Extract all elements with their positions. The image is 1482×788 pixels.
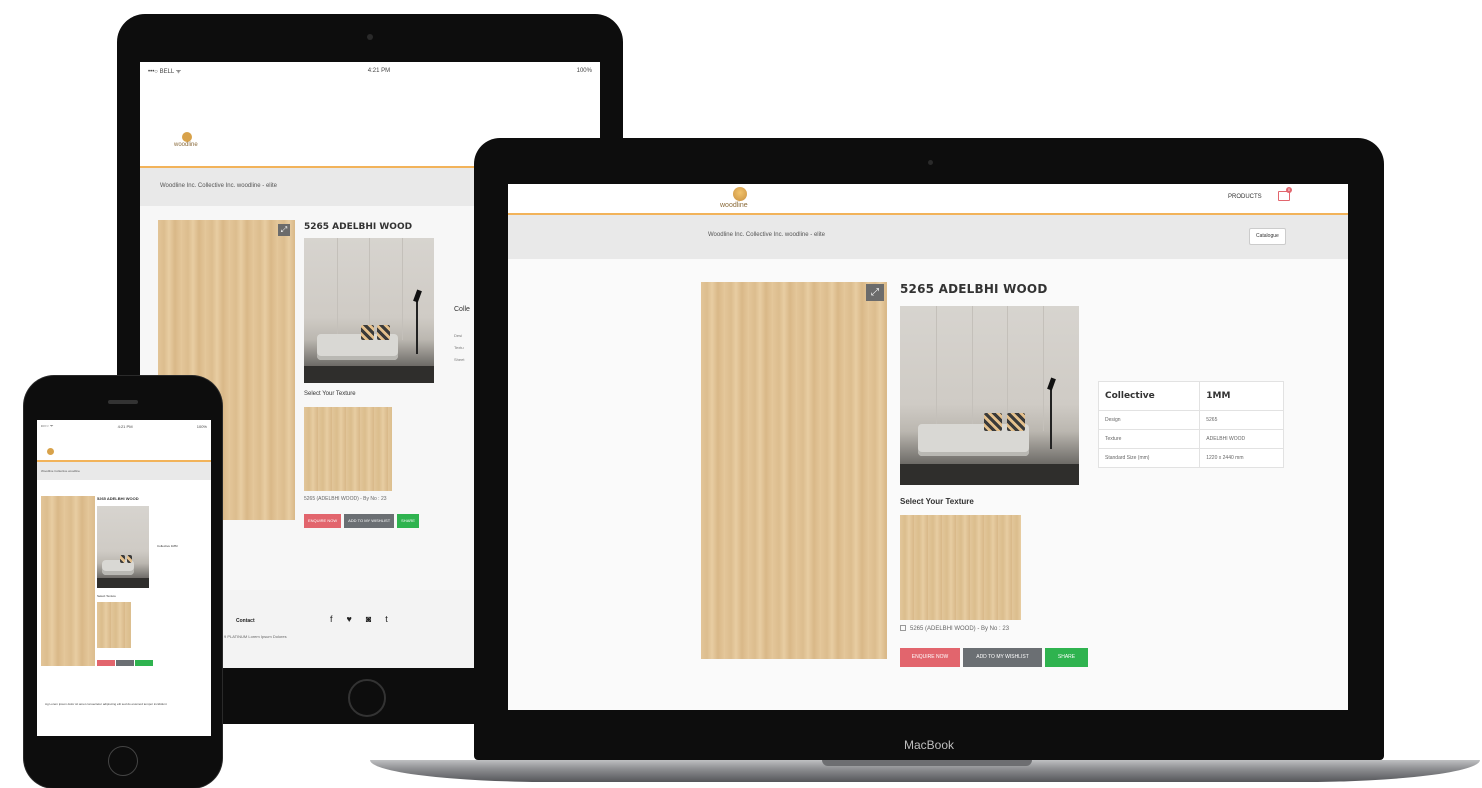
texture-swatch[interactable] — [304, 407, 392, 491]
spec-label: Texture — [1097, 429, 1201, 449]
action-buttons: ENQUIRE NOW ADD TO MY WISHLIST SHARE — [900, 648, 1088, 667]
tablet-home-button — [348, 679, 386, 717]
spec-value: 5265 — [1199, 410, 1284, 430]
action-buttons — [97, 660, 153, 666]
add-to-wishlist-button[interactable]: ADD TO MY WISHLIST — [963, 648, 1042, 667]
spec-value: ADELBHI WOOD — [1199, 429, 1284, 449]
room-preview-image[interactable] — [304, 238, 434, 383]
status-time: 4:21 PM — [117, 423, 133, 429]
logo-tree-icon — [733, 187, 747, 201]
phone-status-bar: ••○○ ᯤ 4:21 PM 100% — [37, 420, 211, 432]
table-row: Texture ADELBHI WOOD — [1097, 429, 1284, 449]
select-texture-label: Select Your Texture — [900, 497, 974, 506]
laptop-camera — [928, 160, 933, 165]
share-button[interactable]: SHARE — [397, 514, 419, 528]
logo-tree-icon — [182, 132, 192, 142]
room-preview-image[interactable] — [900, 306, 1079, 485]
facebook-icon[interactable]: f — [330, 614, 333, 624]
spec-heading-collective: Collective — [1097, 381, 1201, 411]
product-main-image[interactable] — [41, 496, 95, 666]
tumblr-icon[interactable]: t — [385, 614, 388, 624]
texture-swatch[interactable] — [900, 515, 1021, 620]
product-main-image[interactable] — [701, 282, 887, 659]
footer-text: Ag Lorem ipsum dolor sit amet consectetu… — [45, 702, 167, 706]
instagram-icon[interactable]: ◙ — [366, 614, 371, 624]
social-links: f ♥ ◙ t — [330, 614, 388, 624]
phone-home-button — [108, 746, 138, 776]
status-battery: 100% — [196, 423, 207, 429]
share-button[interactable] — [135, 660, 153, 666]
laptop-brand-label: MacBook — [903, 738, 955, 752]
select-texture-label: Select Texture — [97, 594, 116, 598]
table-row: Design 5265 — [1097, 410, 1284, 430]
spec-label: Design — [1097, 410, 1201, 430]
footer-contact-heading: Contact — [236, 618, 255, 624]
enquire-now-button[interactable] — [97, 660, 115, 666]
laptop-site-header: woodline PRODUCTS 0 — [508, 184, 1348, 215]
breadcrumb[interactable]: Woodline Inc. Collective Inc. woodline -… — [708, 232, 825, 238]
collection-row: Textu — [454, 345, 464, 350]
phone-site-header — [37, 432, 211, 462]
spec-label: Standard Size (mm) — [1097, 448, 1201, 468]
status-battery: 100% — [576, 68, 592, 74]
add-to-wishlist-button[interactable] — [116, 660, 134, 666]
status-carrier: •••○ BELL ᯤ — [148, 69, 182, 75]
device-mockup-stage: •••○ BELL ᯤ 4:21 PM 100% woodline Woodli… — [0, 0, 1482, 788]
laptop-opening-notch — [822, 760, 1032, 766]
site-logo[interactable]: woodline — [720, 202, 748, 209]
texture-option-label: 5265 (ADELBHI WOOD) - By No : 23 — [910, 626, 1010, 632]
product-title: 5265 ADELBHI WOOD — [97, 496, 139, 501]
share-button[interactable]: SHARE — [1045, 648, 1088, 667]
add-to-wishlist-button[interactable]: ADD TO MY WISHLIST — [344, 514, 395, 528]
select-texture-label: Select Your Texture — [304, 391, 356, 397]
zoom-icon[interactable]: ⤢ — [278, 224, 290, 236]
phone-speaker — [108, 400, 138, 404]
product-title: 5265 ADELBHI WOOD — [900, 282, 1048, 296]
zoom-icon[interactable]: ⤢ — [866, 284, 884, 301]
product-title: 5265 ADELBHI WOOD — [304, 222, 413, 232]
spec-value: 1220 x 2440 mm — [1199, 448, 1284, 468]
footer-contact-text: 9 PLATINUM Lorem Ipsum Dolores — [224, 634, 287, 639]
enquire-now-button[interactable]: ENQUIRE NOW — [304, 514, 342, 528]
catalogue-button[interactable]: Catalogue — [1249, 228, 1286, 245]
nav-products-link[interactable]: PRODUCTS — [1228, 194, 1262, 200]
status-carrier: ••○○ ᯤ — [41, 423, 54, 428]
room-preview-image[interactable] — [97, 506, 149, 588]
collection-heading: Colle — [454, 306, 470, 313]
site-logo[interactable]: woodline — [174, 142, 198, 148]
table-row: Standard Size (mm) 1220 x 2440 mm — [1097, 448, 1284, 468]
collection-row: Desi — [454, 333, 463, 338]
breadcrumb-bar: Woodline Inc. Collective Inc. woodline -… — [508, 215, 1348, 259]
collection-rows: Desi Textu Sheet — [454, 330, 464, 366]
status-time: 4:21 PM — [367, 68, 391, 74]
tablet-camera — [367, 34, 373, 40]
texture-option[interactable]: 5265 (ADELBHI WOOD) - By No : 23 — [900, 625, 1009, 632]
enquire-now-button[interactable]: ENQUIRE NOW — [900, 648, 960, 667]
texture-checkbox[interactable] — [900, 625, 906, 631]
spec-heading-thickness: 1MM — [1199, 381, 1284, 411]
collection-row: Sheet — [454, 357, 465, 362]
action-buttons: ENQUIRE NOW ADD TO MY WISHLIST SHARE — [304, 514, 419, 528]
laptop-screen: woodline PRODUCTS 0 Woodline Inc. Collec… — [508, 184, 1348, 710]
texture-swatch[interactable] — [97, 602, 131, 648]
spec-table-header: Collective 1MM — [1097, 381, 1284, 411]
phone-screen: ••○○ ᯤ 4:21 PM 100% Woodline Collective … — [37, 420, 211, 736]
tablet-status-bar: •••○ BELL ᯤ 4:21 PM 100% — [140, 62, 600, 80]
collection-heading: Collective 1MM — [157, 544, 178, 548]
logo-tree-icon[interactable] — [47, 448, 54, 455]
breadcrumb[interactable]: Woodline Collective woodline — [37, 462, 211, 480]
texture-option[interactable]: 5265 (ADELBHI WOOD) - By No : 23 — [304, 496, 387, 502]
cart-count-badge: 0 — [1286, 187, 1292, 193]
spec-table: Collective 1MM Design 5265 Texture ADELB… — [1097, 381, 1284, 468]
twitter-icon[interactable]: ♥ — [347, 614, 352, 624]
